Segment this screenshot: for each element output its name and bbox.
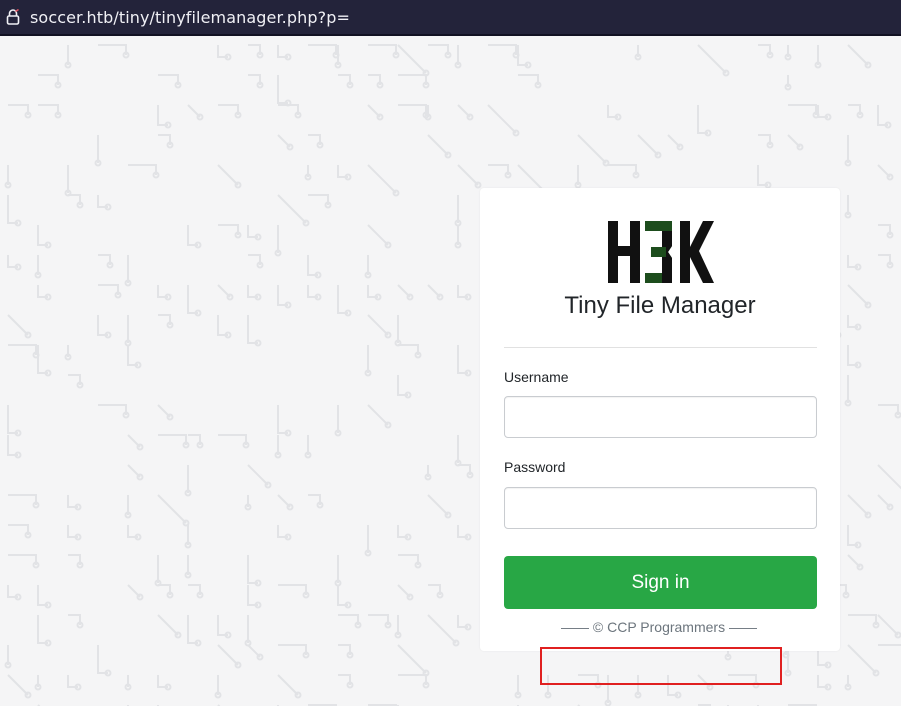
password-label: Password [504, 459, 566, 475]
highlight-box [540, 647, 782, 685]
username-label: Username [504, 369, 569, 385]
browser-address-bar[interactable]: soccer.htb/tiny/tinyfilemanager.php?p= [0, 0, 901, 36]
sign-in-button[interactable]: Sign in [504, 556, 817, 609]
login-card: Tiny File Manager Username Password Sign… [480, 188, 840, 651]
username-input[interactable] [504, 396, 817, 438]
lock-icon[interactable] [2, 0, 24, 35]
footer-text: —— © CCP Programmers —— [561, 619, 757, 635]
password-input[interactable] [504, 487, 817, 529]
footer: —— © CCP Programmers —— [0, 619, 901, 635]
divider [504, 347, 817, 348]
h3k-logo [608, 221, 714, 283]
url-text[interactable]: soccer.htb/tiny/tinyfilemanager.php?p= [30, 8, 350, 27]
app-title: Tiny File Manager [564, 292, 756, 319]
page-background: Tiny File Manager Username Password Sign… [0, 37, 901, 706]
